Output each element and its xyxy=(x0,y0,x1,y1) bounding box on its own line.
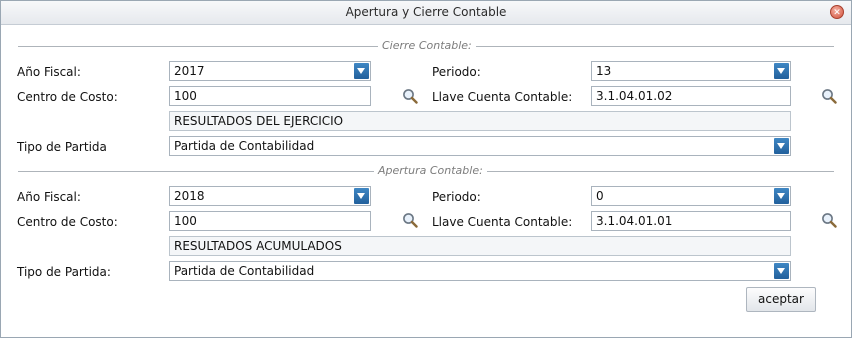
search-icon[interactable] xyxy=(402,212,418,228)
anio-fiscal-select[interactable]: 2017 xyxy=(169,61,371,81)
chevron-down-icon[interactable] xyxy=(774,138,789,154)
search-icon[interactable] xyxy=(402,88,418,104)
centro-costo-input[interactable]: 100 xyxy=(169,211,371,231)
tipo-partida-value: Partida de Contabilidad xyxy=(174,264,315,278)
llave-cuenta-label: Llave Cuenta Contable: xyxy=(432,215,573,229)
periodo-value: 0 xyxy=(596,189,604,203)
tipo-partida-label: Tipo de Partida: xyxy=(17,265,111,279)
chevron-down-icon[interactable] xyxy=(354,63,369,79)
llave-cuenta-input[interactable]: 3.1.04.01.02 xyxy=(591,86,791,106)
periodo-select[interactable]: 0 xyxy=(591,186,791,206)
centro-costo-input[interactable]: 100 xyxy=(169,86,371,106)
title-bar[interactable]: Apertura y Cierre Contable ✕ xyxy=(1,1,851,25)
tipo-partida-label: Tipo de Partida xyxy=(17,140,107,154)
close-icon[interactable]: ✕ xyxy=(830,5,844,19)
search-icon[interactable] xyxy=(821,212,837,228)
tipo-partida-value: Partida de Contabilidad xyxy=(174,139,315,153)
anio-fiscal-label: Año Fiscal: xyxy=(17,190,81,204)
cuenta-descripcion: RESULTADOS ACUMULADOS xyxy=(169,236,791,256)
periodo-label: Periodo: xyxy=(432,65,481,79)
anio-fiscal-select[interactable]: 2018 xyxy=(169,186,371,206)
periodo-label: Periodo: xyxy=(432,190,481,204)
window-title: Apertura y Cierre Contable xyxy=(345,5,507,19)
section-legend-cierre: Cierre Contable: xyxy=(378,39,476,52)
anio-fiscal-value: 2018 xyxy=(174,189,205,203)
chevron-down-icon[interactable] xyxy=(774,63,789,79)
search-icon[interactable] xyxy=(821,88,837,104)
llave-cuenta-label: Llave Cuenta Contable: xyxy=(432,90,573,104)
chevron-down-icon[interactable] xyxy=(774,188,789,204)
tipo-partida-select[interactable]: Partida de Contabilidad xyxy=(169,261,791,281)
dialog-window: Apertura y Cierre Contable ✕ Cierre Cont… xyxy=(0,0,852,338)
accept-button[interactable]: aceptar xyxy=(746,287,816,312)
cuenta-descripcion: RESULTADOS DEL EJERCICIO xyxy=(169,111,791,131)
chevron-down-icon[interactable] xyxy=(354,188,369,204)
periodo-select[interactable]: 13 xyxy=(591,61,791,81)
anio-fiscal-value: 2017 xyxy=(174,64,205,78)
tipo-partida-select[interactable]: Partida de Contabilidad xyxy=(169,136,791,156)
centro-costo-label: Centro de Costo: xyxy=(17,215,118,229)
section-legend-apertura: Apertura Contable: xyxy=(374,164,487,177)
llave-cuenta-input[interactable]: 3.1.04.01.01 xyxy=(591,211,791,231)
centro-costo-label: Centro de Costo: xyxy=(17,90,118,104)
periodo-value: 13 xyxy=(596,64,612,78)
anio-fiscal-label: Año Fiscal: xyxy=(17,65,81,79)
chevron-down-icon[interactable] xyxy=(774,263,789,279)
